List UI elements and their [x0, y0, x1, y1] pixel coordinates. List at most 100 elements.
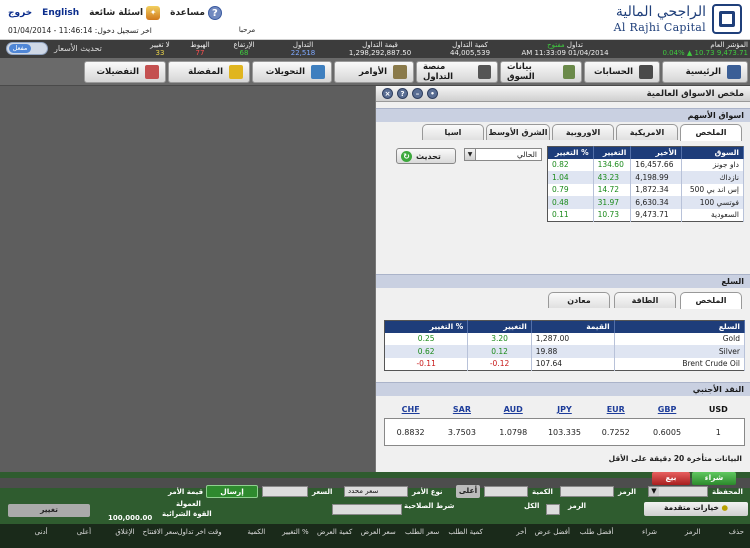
workspace-empty — [0, 86, 374, 476]
col-market: السوق — [681, 146, 745, 159]
column-header[interactable]: وقت اخر تداول — [177, 528, 221, 536]
column-header[interactable]: كمية العرض — [317, 528, 352, 536]
price-refresh-toggle[interactable]: مفعل — [6, 42, 48, 55]
global-markets-panel: ملخص الاسواق العالمية × ? – • اسواق الأس… — [375, 86, 750, 472]
column-header[interactable]: أخر — [516, 528, 526, 536]
table-row[interactable]: 0.11 10.73 9,473.71 السعودية — [547, 208, 745, 221]
table-row[interactable]: -0.11 -0.12 107.64 Brent Crude Oil — [384, 357, 746, 370]
tab-preferences[interactable]: التفضيلات — [84, 61, 166, 83]
column-header[interactable]: كمية الطلب — [448, 528, 482, 536]
refresh-icon: ↻ — [401, 150, 412, 162]
tab-favorites[interactable]: المفضلة — [168, 61, 250, 83]
tab-home[interactable]: الرئيسية — [662, 61, 748, 83]
table-cell: 107.64 — [531, 357, 615, 370]
tab-orders[interactable]: الأوامر — [334, 61, 414, 83]
help-link[interactable]: مساعدة? — [170, 6, 222, 20]
change-button[interactable]: تغيير — [8, 504, 90, 517]
tab-stocks-europe[interactable]: الاوروبية — [552, 124, 614, 140]
fx-currency-link[interactable]: SAR — [442, 405, 482, 414]
column-header[interactable]: سعر الافتتاح — [143, 528, 179, 536]
table-cell: 1.04 — [547, 171, 594, 184]
column-header[interactable]: التغيير % — [282, 528, 309, 536]
table-cell: 6,630.34 — [630, 196, 682, 209]
table-row[interactable]: 0.79 14.72 1,872.34 إس اند بي 500 — [547, 183, 745, 196]
english-link[interactable]: English — [42, 8, 79, 18]
table-row[interactable]: 1.04 43.23 4,198.99 نازداك — [547, 171, 745, 184]
table-cell: 9,473.71 — [630, 208, 682, 221]
commodities-table: التغيير % التغيير القيمة السلع 0.25 3.20 1… — [384, 320, 746, 371]
order-type-select[interactable]: سعر محدد — [344, 486, 408, 497]
column-header[interactable]: الإغلاق — [115, 528, 134, 536]
stocks-section-header: اسواق الأسهم — [376, 108, 750, 122]
column-header[interactable]: أدنى — [35, 528, 48, 536]
price-input[interactable] — [262, 486, 308, 497]
order-type-label: نوع الأمر — [412, 488, 443, 496]
refresh-prices-label: تحديث الأسعار — [54, 44, 102, 53]
tab-accounts[interactable]: الحسابات — [584, 61, 660, 83]
table-row[interactable]: 0.62 0.12 19.88 Silver — [384, 345, 746, 358]
fx-currency-link[interactable]: EUR — [596, 405, 636, 414]
tab-transfers[interactable]: التحويلات — [252, 61, 332, 83]
column-header[interactable]: الكمية — [247, 528, 265, 536]
table-cell: 0.48 — [547, 196, 594, 209]
table-row[interactable]: 0.48 31.97 6,630.34 فوتسي 100 — [547, 196, 745, 209]
price-label: السعر — [312, 488, 333, 496]
tab-market-data[interactable]: بيانات السوق — [500, 61, 582, 83]
fx-currency-link[interactable]: AUD — [493, 405, 533, 414]
tab-stocks-us[interactable]: الامريكية — [616, 124, 678, 140]
symbol-input[interactable] — [560, 486, 614, 497]
column-header[interactable]: أعلى — [77, 528, 91, 536]
column-header[interactable]: أفضل طلب — [580, 528, 614, 536]
column-header[interactable]: حذف — [729, 528, 744, 536]
col-last: الأخير — [630, 146, 682, 159]
tab-stocks-middle-east[interactable]: الشرق الأوسط — [486, 124, 550, 140]
volume-stat: كمية التداول 44,005,539 — [449, 41, 491, 57]
tab-stocks-summary[interactable]: الملخص — [680, 124, 742, 141]
quantity-input[interactable] — [484, 486, 528, 497]
table-row[interactable]: 0.25 3.20 1,287.00 Gold — [384, 332, 746, 345]
logout-link[interactable]: خروج — [8, 8, 32, 18]
column-header[interactable]: شراء — [642, 528, 657, 536]
table-cell: 0.11 — [547, 208, 594, 221]
faq-link[interactable]: اسئلة شائعة ✦ — [89, 6, 161, 20]
table-row[interactable]: 0.82 134.60 16,457.66 داو جونز — [547, 158, 745, 171]
refresh-button[interactable]: ↻ تحديث — [396, 148, 456, 164]
column-header[interactable]: الرمز — [685, 528, 701, 536]
minimize-icon[interactable]: – — [412, 88, 423, 99]
trades-stat: التداول 22,518 — [290, 41, 316, 57]
sell-tab[interactable]: بيع — [652, 472, 690, 485]
trading-platform-icon — [478, 65, 491, 79]
logo-arabic: الراجحي المالية — [615, 4, 706, 20]
tab-commodity-summary[interactable]: الملخص — [680, 292, 742, 309]
faq-label: اسئلة شائعة — [89, 8, 144, 18]
portfolio-select[interactable]: 7▼ — [648, 486, 708, 497]
column-header[interactable]: سعر الطلب — [405, 528, 439, 536]
fx-currency-link[interactable]: CHF — [391, 405, 431, 414]
table-cell: 0.25 — [384, 332, 469, 345]
fx-currency-link[interactable]: GBP — [647, 405, 687, 414]
tab-commodity-metals[interactable]: معادن — [548, 292, 610, 308]
column-header[interactable]: سعر العرض — [361, 528, 396, 536]
buy-tab[interactable]: شراء — [692, 472, 736, 485]
validity-select[interactable] — [332, 504, 402, 515]
transfers-icon — [311, 65, 325, 79]
advanced-options-button[interactable]: خيارات متقدمة ● — [644, 502, 748, 516]
close-icon[interactable]: × — [382, 88, 393, 99]
fx-currency-link[interactable]: JPY — [544, 405, 584, 414]
table-cell: 4,198.99 — [630, 171, 682, 184]
column-header[interactable]: أفضل عرض — [535, 528, 570, 536]
nochange-stat: لا تغيير 33 — [150, 41, 170, 57]
table-cell: 1,872.34 — [630, 183, 682, 196]
up-arrow-icon: ▲ — [686, 49, 693, 57]
tab-trading-platform[interactable]: منصة التداول — [416, 61, 498, 83]
tab-stocks-asia[interactable]: اسيا — [422, 124, 484, 140]
help-icon[interactable]: ? — [397, 88, 408, 99]
period-select[interactable]: ▼ الحالي — [464, 148, 542, 161]
pin-icon[interactable]: • — [427, 88, 438, 99]
table-cell: داو جونز — [681, 158, 745, 171]
send-button[interactable]: إرسال — [206, 485, 258, 498]
tab-commodity-energy[interactable]: الطاقة — [614, 292, 676, 308]
symbol-select-2[interactable] — [546, 504, 560, 515]
max-button[interactable]: أعلى — [456, 485, 480, 498]
up-stat: الإرتفاع 68 — [233, 41, 255, 57]
